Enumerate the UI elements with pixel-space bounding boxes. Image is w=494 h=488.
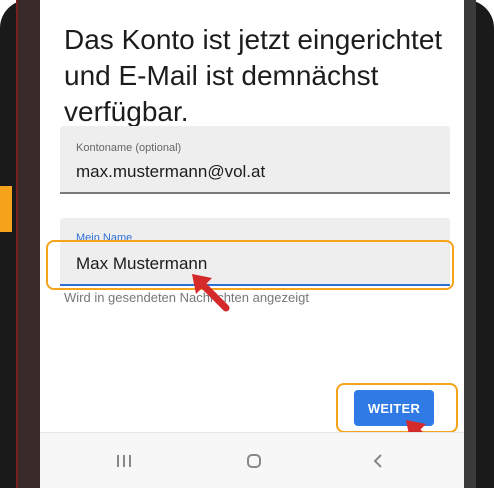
home-button[interactable] (234, 447, 274, 475)
name-field-highlight (46, 240, 454, 290)
name-helper-text: Wird in gesendeten Nachrichten angezeigt (64, 290, 309, 305)
system-navigation-bar (40, 432, 464, 488)
back-button[interactable] (358, 447, 398, 475)
setup-screen: Das Konto ist jetzt eingerichtet und E-M… (40, 0, 464, 488)
recents-icon (117, 455, 131, 467)
side-marker (0, 186, 12, 232)
page-title: Das Konto ist jetzt eingerichtet und E-M… (64, 24, 443, 127)
phone-frame-left (0, 0, 40, 488)
back-icon (373, 454, 382, 468)
home-icon (247, 454, 261, 468)
pointer-arrow-icon (192, 274, 230, 312)
account-name-field[interactable]: Kontoname (optional) max.mustermann@vol.… (60, 126, 450, 194)
account-name-value[interactable]: max.mustermann@vol.at (76, 162, 265, 182)
account-name-label: Kontoname (optional) (76, 142, 182, 154)
recents-button[interactable] (104, 447, 144, 475)
phone-frame-right (464, 0, 494, 488)
